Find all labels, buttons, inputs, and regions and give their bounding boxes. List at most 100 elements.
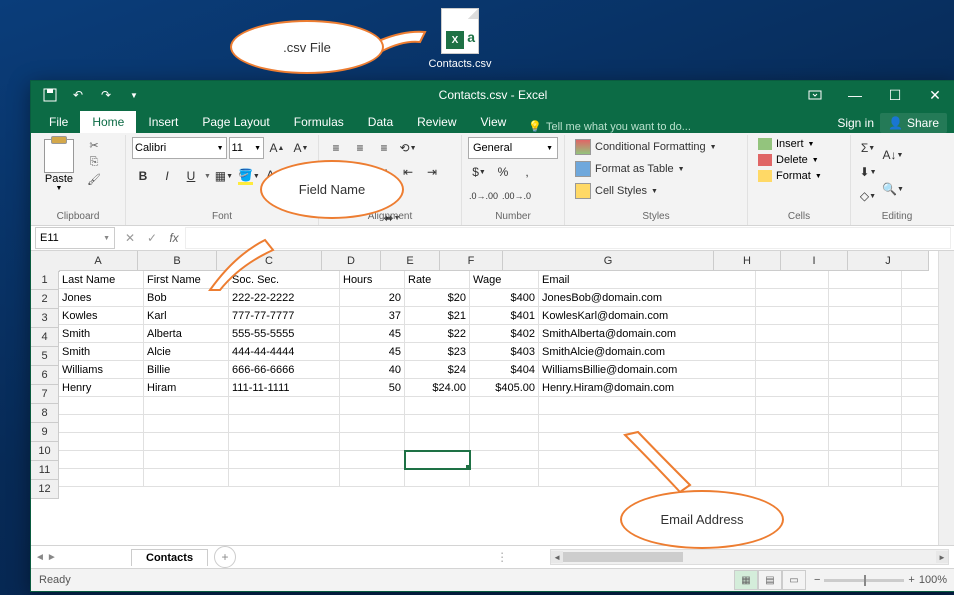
cell[interactable]: Wage <box>470 271 539 289</box>
cell[interactable]: 777-77-7777 <box>229 307 340 325</box>
cell[interactable] <box>829 271 902 289</box>
zoom-in-icon[interactable]: + <box>908 574 914 586</box>
fx-icon[interactable]: fx <box>163 228 185 248</box>
cell[interactable] <box>756 415 829 433</box>
row-header[interactable]: 11 <box>31 461 59 480</box>
cell[interactable]: Henry.Hiram@domain.com <box>539 379 756 397</box>
cell[interactable] <box>144 451 229 469</box>
tab-file[interactable]: File <box>37 111 80 133</box>
cell[interactable]: Hours <box>340 271 405 289</box>
increase-font-icon[interactable]: A▲ <box>266 137 288 159</box>
cell[interactable] <box>902 415 939 433</box>
cell[interactable]: Billie <box>144 361 229 379</box>
cell[interactable]: Henry <box>59 379 144 397</box>
maximize-icon[interactable]: ☐ <box>875 81 915 109</box>
cancel-formula-icon[interactable]: ✕ <box>119 228 141 248</box>
clear-icon[interactable]: ◇▼ <box>857 185 879 207</box>
cell[interactable] <box>756 379 829 397</box>
font-size-select[interactable]: 11▼ <box>229 137 265 159</box>
cell[interactable] <box>756 361 829 379</box>
align-middle-icon[interactable]: ≡ <box>349 137 371 159</box>
minimize-icon[interactable]: — <box>835 81 875 109</box>
cell[interactable]: 555-55-5555 <box>229 325 340 343</box>
row-header[interactable]: 12 <box>31 480 59 499</box>
cell[interactable] <box>902 451 939 469</box>
column-header[interactable]: G <box>503 251 714 271</box>
cell[interactable] <box>470 469 539 487</box>
cell[interactable] <box>756 451 829 469</box>
cell[interactable]: $22 <box>405 325 470 343</box>
cell[interactable] <box>144 397 229 415</box>
cell[interactable]: $405.00 <box>470 379 539 397</box>
increase-decimal-icon[interactable]: .0→.00 <box>468 185 499 207</box>
cell[interactable] <box>902 379 939 397</box>
spreadsheet-grid[interactable]: ABCDEFGHIJ 123456789101112 Last NameFirs… <box>31 251 954 545</box>
cell[interactable]: 45 <box>340 325 405 343</box>
cell[interactable] <box>756 325 829 343</box>
cell[interactable]: $403 <box>470 343 539 361</box>
tab-page-layout[interactable]: Page Layout <box>190 111 281 133</box>
cell[interactable]: Jones <box>59 289 144 307</box>
cell[interactable]: Last Name <box>59 271 144 289</box>
cell[interactable]: 50 <box>340 379 405 397</box>
cell[interactable] <box>405 469 470 487</box>
name-box[interactable]: E11▼ <box>35 227 115 249</box>
cell[interactable] <box>340 397 405 415</box>
sort-filter-icon[interactable]: A↓▼ <box>881 139 905 171</box>
font-name-select[interactable]: Calibri▼ <box>132 137 227 159</box>
row-header[interactable]: 9 <box>31 423 59 442</box>
cell[interactable] <box>405 415 470 433</box>
number-format-select[interactable]: General▼ <box>468 137 558 159</box>
cell[interactable] <box>470 451 539 469</box>
format-painter-icon[interactable]: 🖌 <box>85 171 103 187</box>
conditional-formatting-button[interactable]: Conditional Formatting▼ <box>571 137 741 157</box>
column-header[interactable]: I <box>781 251 848 271</box>
decrease-font-icon[interactable]: A▼ <box>290 137 312 159</box>
cell[interactable] <box>829 469 902 487</box>
zoom-out-icon[interactable]: − <box>814 574 820 586</box>
zoom-slider[interactable] <box>824 579 904 582</box>
cell[interactable]: $24 <box>405 361 470 379</box>
cell[interactable] <box>229 433 340 451</box>
cell[interactable] <box>144 415 229 433</box>
column-header[interactable]: D <box>322 251 381 271</box>
format-as-table-button[interactable]: Format as Table▼ <box>571 159 741 179</box>
percent-icon[interactable]: % <box>492 161 514 183</box>
formula-input[interactable] <box>185 227 951 249</box>
cell[interactable] <box>59 433 144 451</box>
underline-button[interactable]: U <box>180 165 202 187</box>
cell[interactable]: KowlesKarl@domain.com <box>539 307 756 325</box>
sign-in-link[interactable]: Sign in <box>837 116 874 130</box>
comma-icon[interactable]: , <box>516 161 538 183</box>
column-header[interactable]: F <box>440 251 503 271</box>
cell[interactable] <box>902 289 939 307</box>
cell[interactable] <box>829 307 902 325</box>
cell[interactable] <box>829 433 902 451</box>
qat-customize-icon[interactable]: ▼ <box>121 84 147 106</box>
row-header[interactable]: 6 <box>31 366 59 385</box>
cell[interactable] <box>829 379 902 397</box>
cell[interactable]: $23 <box>405 343 470 361</box>
close-icon[interactable]: ✕ <box>915 81 954 109</box>
cell[interactable]: $21 <box>405 307 470 325</box>
save-icon[interactable] <box>37 84 63 106</box>
column-header[interactable]: A <box>59 251 138 271</box>
cell[interactable]: $24.00 <box>405 379 470 397</box>
increase-indent-icon[interactable]: ⇥ <box>421 161 443 183</box>
tell-me-input[interactable]: 💡Tell me what you want to do... <box>528 120 691 133</box>
cell[interactable] <box>756 307 829 325</box>
column-header[interactable]: J <box>848 251 929 271</box>
sheet-tab-contacts[interactable]: Contacts <box>131 549 208 566</box>
currency-icon[interactable]: $▼ <box>468 161 490 183</box>
cell[interactable]: Williams <box>59 361 144 379</box>
row-header[interactable]: 2 <box>31 290 59 309</box>
cell[interactable]: 666-66-6666 <box>229 361 340 379</box>
cell[interactable] <box>829 451 902 469</box>
cell[interactable] <box>902 397 939 415</box>
vertical-scrollbar[interactable] <box>938 251 954 545</box>
row-header[interactable]: 4 <box>31 328 59 347</box>
cell[interactable] <box>902 271 939 289</box>
row-header[interactable]: 7 <box>31 385 59 404</box>
row-header[interactable]: 8 <box>31 404 59 423</box>
cell[interactable] <box>59 451 144 469</box>
